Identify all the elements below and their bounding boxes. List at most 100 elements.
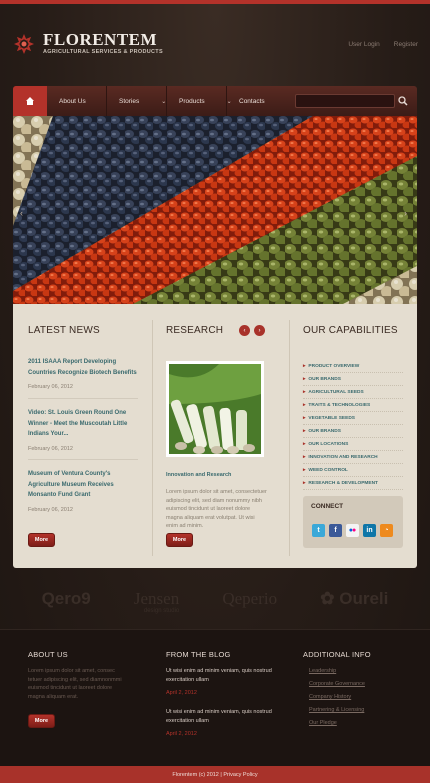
footer-link-partnering[interactable]: Partnering & Licensing xyxy=(309,707,365,720)
home-icon xyxy=(26,97,34,105)
blog-text[interactable]: Ut wisi enim ad minim veniam, quis nostr… xyxy=(166,708,276,726)
footer-link-history[interactable]: Company History xyxy=(309,694,365,707)
nav-products-label: Products xyxy=(179,97,205,105)
nav-about-us-label: About Us xyxy=(59,97,86,105)
search-icon[interactable] xyxy=(397,95,409,107)
news-date: February 06, 2012 xyxy=(28,384,73,390)
nav-about-us[interactable]: About Us xyxy=(47,86,107,116)
capability-item[interactable]: ▸ OUR BRANDS xyxy=(303,373,403,386)
capability-label: OUR BRANDS xyxy=(308,428,341,434)
capability-label: VEGETABLE SEEDS xyxy=(308,415,355,421)
blog-date: April 2, 2012 xyxy=(166,690,197,696)
capability-item[interactable]: ▸ RESEARCH & DEVELOPMENT xyxy=(303,477,403,490)
nav-stories[interactable]: Stories ⌄ xyxy=(107,86,167,116)
research-photo xyxy=(166,361,264,457)
register-link[interactable]: Register xyxy=(394,41,418,48)
footer-more-button[interactable]: More xyxy=(28,714,55,728)
news-more-button[interactable]: More xyxy=(28,533,55,547)
capability-item[interactable]: ▸ OUR BRANDS xyxy=(303,425,403,438)
capability-label: OUR LOCATIONS xyxy=(308,441,349,447)
divider xyxy=(28,398,138,399)
slider-next-arrow[interactable]: › xyxy=(404,208,407,218)
logo[interactable]: FLORENTEM AGRICULTURAL SERVICES & PRODUC… xyxy=(13,30,163,55)
news-item: Video: St. Louis Green Round One Winner … xyxy=(28,408,138,452)
capability-label: WEED CONTROL xyxy=(308,467,348,473)
research-more-button[interactable]: More xyxy=(166,533,193,547)
prev-arrow-icon[interactable]: ‹ xyxy=(239,325,250,336)
news-date: February 06, 2012 xyxy=(28,445,73,452)
footer-blog-title: FROM THE BLOG xyxy=(166,650,231,659)
partner-logo-oureli[interactable]: ✿ Oureli xyxy=(320,589,388,609)
divider xyxy=(28,459,138,460)
nav-products[interactable]: Products ⌄ xyxy=(167,86,232,116)
news-title-link[interactable]: Video: St. Louis Green Round One Winner … xyxy=(28,408,138,440)
column-divider xyxy=(152,320,153,556)
content-panel: LATEST NEWS 2011 ISAAA Report Developing… xyxy=(13,304,417,568)
nav-stories-label: Stories xyxy=(119,97,140,105)
research-text: Lorem ipsum dolor sit amet, consectetuer… xyxy=(166,489,267,529)
capability-item[interactable]: ▸ PRODUCT OVERVIEW xyxy=(303,360,403,373)
flower-logo-icon xyxy=(13,33,35,55)
capability-item[interactable]: ▸ TRAITS & TECHNOLOGIES xyxy=(303,399,403,412)
slider-prev-arrow[interactable]: ‹ xyxy=(20,208,23,218)
bullet-icon: ▸ xyxy=(303,441,306,447)
capability-label: PRODUCT OVERVIEW xyxy=(308,363,360,369)
capability-label: TRAITS & TECHNOLOGIES xyxy=(308,402,371,408)
capability-item[interactable]: ▸ AGRICULTURAL SEEDS xyxy=(303,386,403,399)
capability-label: INNOVATION AND RESEARCH xyxy=(308,454,378,460)
connect-title: CONNECT xyxy=(311,503,344,510)
next-arrow-icon[interactable]: › xyxy=(254,325,265,336)
nav-contacts-label: Contacts xyxy=(239,97,265,105)
flickr-icon[interactable]: ● ● xyxy=(346,524,359,537)
bullet-icon: ▸ xyxy=(303,480,306,486)
partner-oureli-name: Oureli xyxy=(339,589,389,608)
footer-link-governance[interactable]: Corporate Governance xyxy=(309,681,365,694)
partner-logo-qero9[interactable]: Qero9 xyxy=(42,589,91,609)
facebook-icon[interactable]: f xyxy=(329,524,342,537)
blog-text[interactable]: Ut wisi enim ad minim veniam, quis nostr… xyxy=(166,667,276,685)
capability-item[interactable]: ▸ OUR LOCATIONS xyxy=(303,438,403,451)
footer-link-leadership[interactable]: Leadership xyxy=(309,668,365,681)
top-links: User Login Register xyxy=(348,41,418,48)
footer-links: Leadership Corporate Governance Company … xyxy=(309,668,365,733)
footer-about-text: Lorem ipsum dolor sit amet, consec tetue… xyxy=(28,668,122,700)
partner-logo-qeperio[interactable]: Qeperio xyxy=(222,589,277,609)
blog-item: Ut wisi enim ad minim veniam, quis nostr… xyxy=(166,667,276,698)
footer-link-pledge[interactable]: Our Pledge xyxy=(309,720,365,733)
chevron-down-icon: ⌄ xyxy=(161,98,167,105)
partner-jensen-sub: design studio xyxy=(143,608,180,614)
latest-news-title: LATEST NEWS xyxy=(28,325,100,336)
bullet-icon: ▸ xyxy=(303,363,306,369)
capability-item[interactable]: ▸ INNOVATION AND RESEARCH xyxy=(303,451,403,464)
blog-date: April 2, 2012 xyxy=(166,731,197,737)
bullet-icon: ▸ xyxy=(303,467,306,473)
partner-logo-jensen[interactable]: Jensen design studio xyxy=(134,589,179,614)
news-title-link[interactable]: Museum of Ventura County's Agriculture M… xyxy=(28,469,138,501)
user-login-link[interactable]: User Login xyxy=(348,41,379,48)
bullet-icon: ▸ xyxy=(303,389,306,395)
main-nav: About Us Stories ⌄ Products ⌄ Contacts xyxy=(13,86,417,116)
linkedin-icon[interactable]: in xyxy=(363,524,376,537)
partners-strip: Qero9 Jensen design studio Qeperio ✿ Our… xyxy=(0,584,430,614)
column-divider xyxy=(289,320,290,556)
capability-label: OUR BRANDS xyxy=(308,376,341,382)
bullet-icon: ▸ xyxy=(303,454,306,460)
footer-about-title: ABOUT US xyxy=(28,650,68,659)
research-title: RESEARCH xyxy=(166,325,224,336)
research-link[interactable]: Innovation and Research xyxy=(166,472,231,478)
twitter-icon[interactable]: t xyxy=(312,524,325,537)
news-item: 2011 ISAAA Report Developing Countries R… xyxy=(28,357,138,390)
news-title-link[interactable]: 2011 ISAAA Report Developing Countries R… xyxy=(28,357,138,378)
nav-contacts[interactable]: Contacts xyxy=(227,86,283,116)
capability-item[interactable]: ▸ WEED CONTROL xyxy=(303,464,403,477)
capability-item[interactable]: ▸ VEGETABLE SEEDS xyxy=(303,412,403,425)
top-accent-strip xyxy=(0,0,430,4)
rss-icon[interactable]: ◔ xyxy=(380,524,393,537)
home-button[interactable] xyxy=(13,86,47,116)
search-input[interactable] xyxy=(295,94,395,108)
bullet-icon: ▸ xyxy=(303,415,306,421)
logo-subtitle: AGRICULTURAL SERVICES & PRODUCTS xyxy=(43,49,163,55)
news-item: Museum of Ventura County's Agriculture M… xyxy=(28,469,138,513)
logo-title: FLORENTEM xyxy=(43,30,158,49)
blog-item: Ut wisi enim ad minim veniam, quis nostr… xyxy=(166,708,276,739)
